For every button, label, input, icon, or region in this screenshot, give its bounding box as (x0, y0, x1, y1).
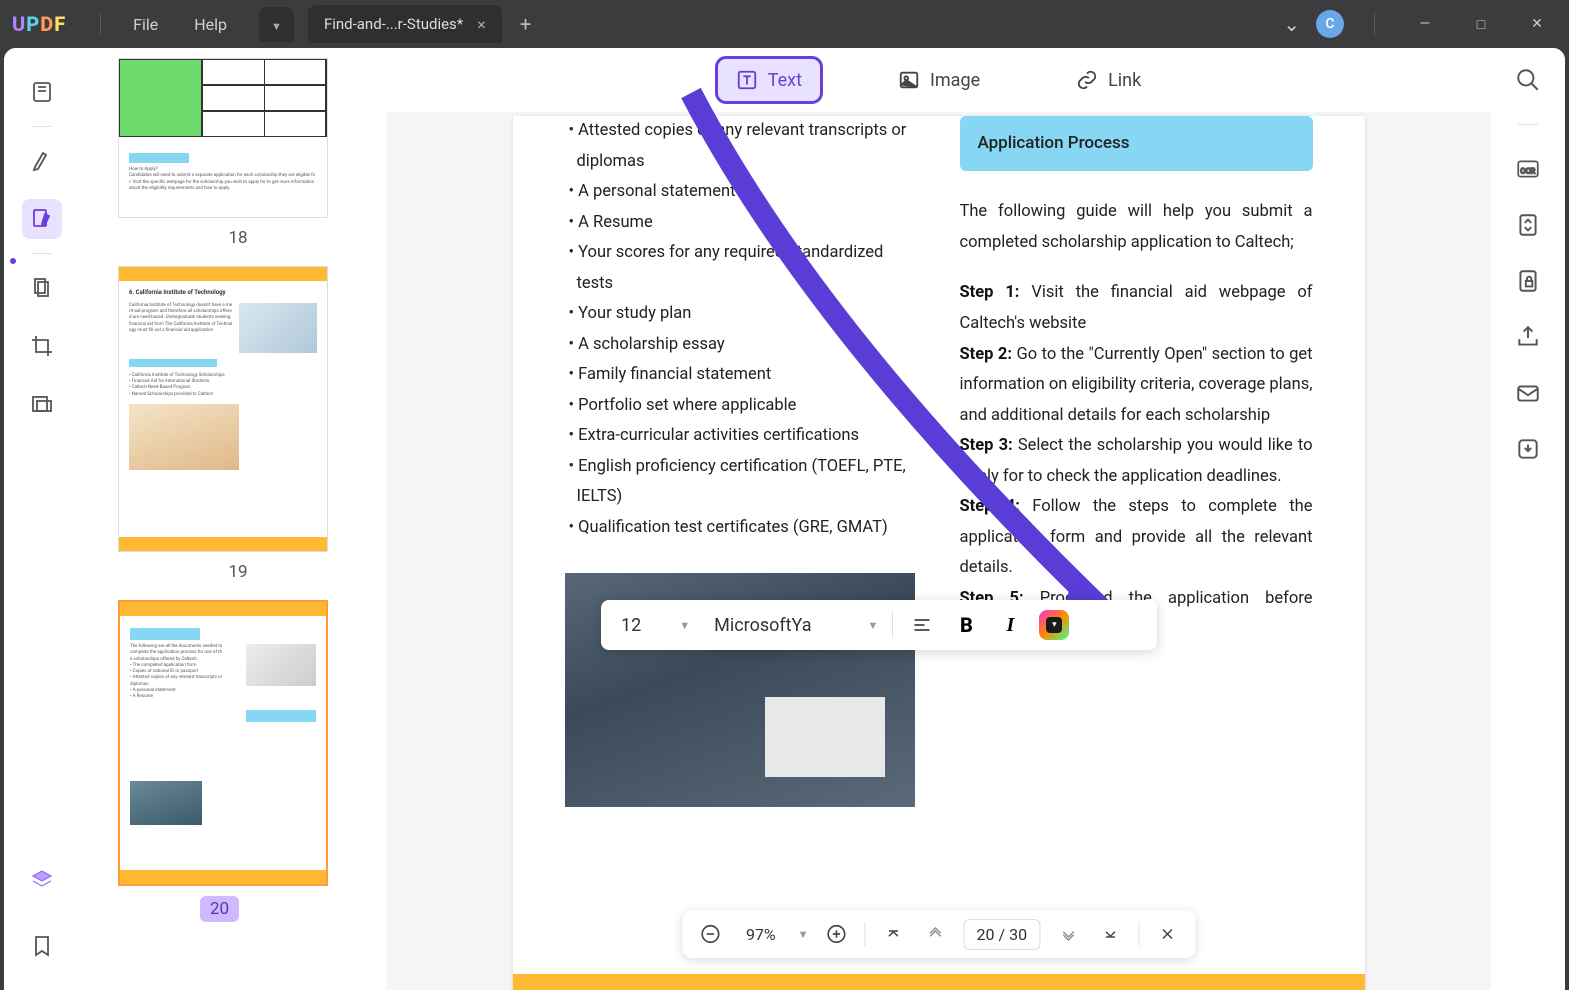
zoom-value[interactable]: 97% (738, 925, 784, 944)
new-tab-button[interactable]: + (520, 12, 531, 36)
zoom-dropdown-icon[interactable]: ▼ (798, 928, 809, 941)
bullet-item: • Portfolio set where applicable (565, 391, 918, 422)
user-avatar[interactable]: C (1316, 10, 1344, 38)
email-icon[interactable] (1514, 379, 1542, 407)
document-tab[interactable]: Find-and-...r-Studies* × (308, 5, 502, 43)
tab-title: Find-and-...r-Studies* (324, 15, 463, 33)
left-toolbar (4, 48, 80, 990)
edit-tool[interactable] (22, 199, 62, 239)
bookmark-tool[interactable] (22, 926, 62, 966)
tab-dropdown[interactable]: ▼ (259, 7, 294, 42)
search-icon[interactable] (1514, 66, 1542, 94)
thumbnail-page-18[interactable]: How to Apply? Candidates will need to su… (118, 58, 328, 218)
menu-help[interactable]: Help (176, 9, 245, 40)
page-tool[interactable] (22, 268, 62, 308)
text-tool[interactable]: Text (718, 59, 820, 101)
menu-file[interactable]: File (115, 9, 176, 40)
ocr-icon[interactable]: OCR (1514, 155, 1542, 183)
bullet-item: • Qualification test certificates (GRE, … (565, 513, 918, 544)
form-tool[interactable] (22, 384, 62, 424)
convert-icon[interactable] (1514, 211, 1542, 239)
content-area: Text Image Link • Attested copies of any… (386, 48, 1491, 990)
document-page[interactable]: • Attested copies of any relevant transc… (513, 116, 1365, 990)
align-button[interactable] (907, 615, 937, 635)
zoom-in-button[interactable] (823, 920, 851, 948)
font-color-button[interactable]: ▾ (1039, 610, 1069, 640)
last-page-button[interactable] (1096, 920, 1124, 948)
page-indicator[interactable]: 20 / 30 (964, 919, 1041, 950)
crop-tool[interactable] (22, 326, 62, 366)
font-family-value[interactable]: MicrosoftYa (704, 615, 853, 636)
thumbnail-page-20[interactable]: The following are all the documents need… (118, 600, 328, 886)
bullet-item: • Family financial statement (565, 360, 918, 391)
bullet-item: • Your study plan (565, 299, 918, 330)
image-tool-label: Image (930, 70, 980, 91)
first-page-button[interactable] (880, 920, 908, 948)
thumbnail-label: 19 (118, 562, 358, 582)
bold-button[interactable]: B (951, 613, 981, 637)
text-format-toolbar: 12 ▼ MicrosoftYa ▼ B I ▾ (601, 600, 1157, 650)
bullet-item: • A personal statement (565, 177, 918, 208)
titlebar: UPDF File Help ▼ Find-and-...r-Studies* … (0, 0, 1569, 48)
tab-close-icon[interactable]: × (477, 15, 486, 34)
app-logo: UPDF (12, 12, 66, 36)
bullet-item: • A scholarship essay (565, 330, 918, 361)
bullet-item: • Your scores for any required standardi… (565, 238, 918, 299)
right-toolbar: OCR (1491, 48, 1565, 990)
font-family-dropdown-icon[interactable]: ▼ (868, 619, 879, 632)
bullet-item: • English proficiency certification (TOE… (565, 452, 918, 513)
image-tool[interactable]: Image (880, 59, 998, 101)
share-icon[interactable] (1514, 323, 1542, 351)
save-icon[interactable] (1514, 435, 1542, 463)
window-close-button[interactable]: ✕ (1517, 16, 1557, 32)
layers-tool[interactable] (22, 860, 62, 900)
step-item: Step 4: Follow the steps to complete the… (960, 492, 1313, 584)
section-heading: Application Process (960, 116, 1313, 171)
text-tool-label: Text (768, 70, 802, 91)
svg-text:OCR: OCR (1520, 166, 1535, 175)
close-bar-button[interactable] (1153, 920, 1181, 948)
font-size-dropdown-icon[interactable]: ▼ (679, 619, 690, 632)
thumbnail-page-19[interactable]: 6. California Institute of Technology Ca… (118, 266, 328, 552)
step-item: Step 2: Go to the "Currently Open" secti… (960, 340, 1313, 432)
reader-tool[interactable] (22, 72, 62, 112)
bullet-item: • A Resume (565, 208, 918, 239)
window-maximize-button[interactable]: □ (1461, 16, 1501, 33)
italic-button[interactable]: I (995, 614, 1025, 637)
window-minimize-button[interactable]: — (1405, 16, 1445, 32)
tab-overflow-chevron-icon[interactable]: ⌄ (1283, 12, 1300, 36)
bullet-item: • Attested copies of any relevant transc… (565, 116, 918, 177)
font-size-value[interactable]: 12 (617, 615, 665, 636)
page-nav-bar: 97% ▼ 20 / 30 (682, 910, 1195, 958)
thumbnail-label: 18 (118, 228, 358, 248)
thumbnail-label-current: 20 (200, 896, 239, 922)
protect-icon[interactable] (1514, 267, 1542, 295)
step-item: Step 3: Select the scholarship you would… (960, 431, 1313, 492)
edit-toolbar: Text Image Link (386, 48, 1491, 112)
zoom-out-button[interactable] (696, 920, 724, 948)
link-tool[interactable]: Link (1058, 59, 1159, 101)
bullet-item: • Extra-curricular activities certificat… (565, 421, 918, 452)
link-tool-label: Link (1108, 70, 1141, 91)
intro-text: The following guide will help you submit… (960, 197, 1313, 258)
next-page-button[interactable] (1054, 920, 1082, 948)
comment-tool[interactable] (22, 141, 62, 181)
step-item: Step 1: Visit the financial aid webpage … (960, 278, 1313, 339)
prev-page-button[interactable] (922, 920, 950, 948)
thumbnail-panel: How to Apply? Candidates will need to su… (80, 48, 386, 990)
